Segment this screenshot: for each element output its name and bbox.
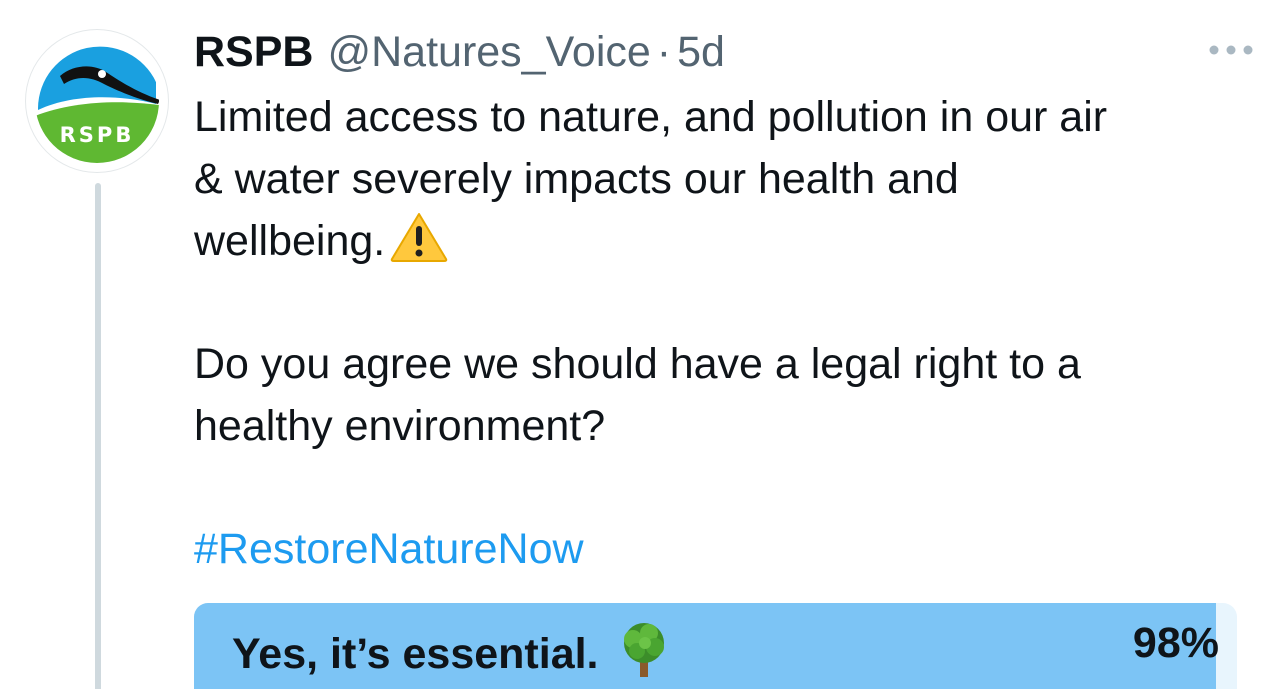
author-handle[interactable]: @Natures_Voice xyxy=(327,28,650,77)
tweet-text-paragraph-2: Do you agree we should have a legal righ… xyxy=(194,333,1254,457)
tweet-text-line: wellbeing. xyxy=(194,210,1254,280)
separator-dot: · xyxy=(656,27,672,76)
hashtag-link[interactable]: #RestoreNatureNow xyxy=(194,525,584,573)
tweet-header: RSPB @Natures_Voice · 5d xyxy=(194,22,725,82)
tree-icon xyxy=(615,619,673,689)
thread-line xyxy=(95,183,101,689)
svg-text:RSPB: RSPB xyxy=(60,123,135,147)
poll-option[interactable]: Yes, it’s essential. 98% xyxy=(194,603,1237,689)
tweet-text-line: Do you agree we should have a legal righ… xyxy=(194,340,1081,388)
tweet-text-line: & water severely impacts our health and xyxy=(194,155,959,203)
more-options-button[interactable] xyxy=(1204,30,1258,70)
avatar[interactable]: RSPB xyxy=(26,30,168,172)
tweet-timestamp[interactable]: 5d xyxy=(677,28,725,77)
tweet-text-line: healthy environment? xyxy=(194,402,606,450)
tweet-text-line-end: wellbeing. xyxy=(194,217,386,265)
rspb-logo-icon: RSPB xyxy=(31,35,163,167)
poll-option-label: Yes, it’s essential. xyxy=(232,630,599,678)
tweet-hashtag-line: #RestoreNatureNow xyxy=(194,518,1254,580)
poll-option-percent: 98% xyxy=(1132,619,1219,667)
more-horizontal-icon xyxy=(1209,45,1253,55)
tweet-text-paragraph-1: Limited access to nature, and pollution … xyxy=(194,86,1254,280)
tweet-text-line: Limited access to nature, and pollution … xyxy=(194,93,1108,141)
warning-icon xyxy=(389,211,449,280)
author-name[interactable]: RSPB xyxy=(194,28,313,77)
poll-option-label-wrap: Yes, it’s essential. xyxy=(232,619,673,689)
